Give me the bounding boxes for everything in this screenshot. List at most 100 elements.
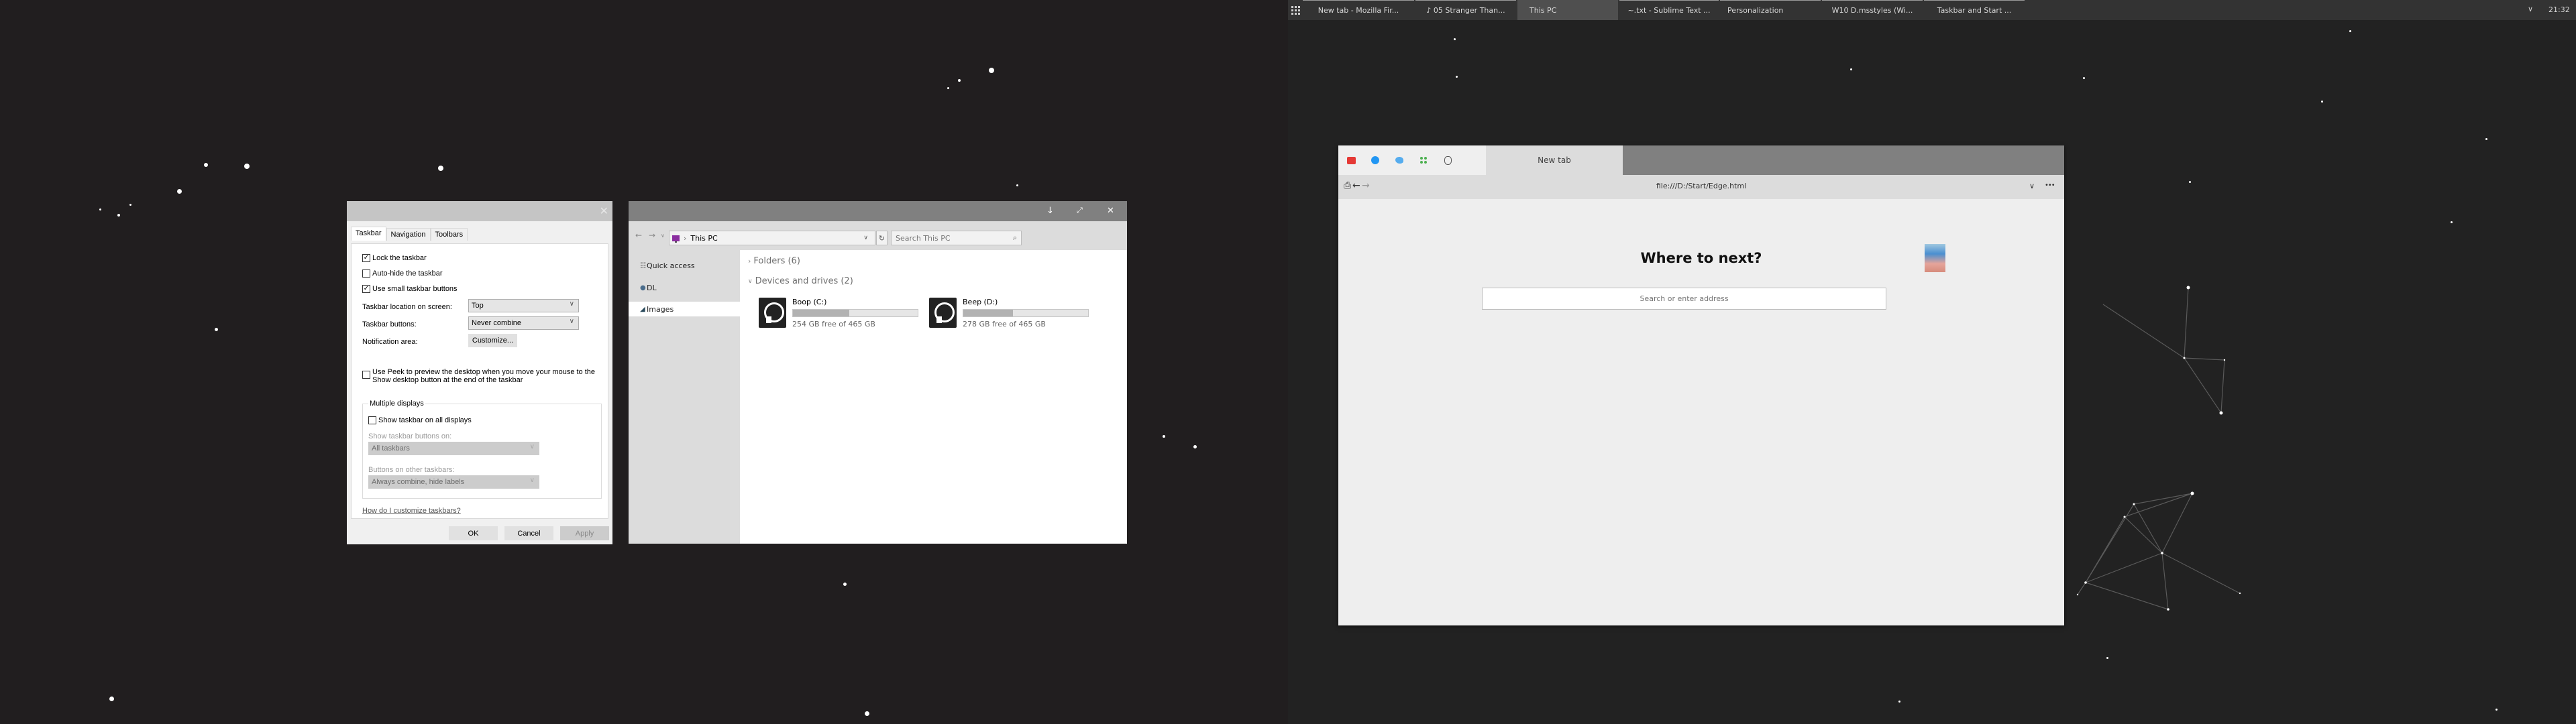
dropdown-chevron-icon[interactable]: ∨ <box>2029 182 2035 190</box>
sidebar-item-images[interactable]: ◢ Images <box>629 302 740 316</box>
location-select[interactable]: Top ∨ <box>468 299 579 312</box>
peek-label-line2: Show desktop button at the end of the ta… <box>372 376 523 384</box>
browser-tab-new-tab[interactable]: New tab <box>1486 145 1623 175</box>
drive-usage-fill <box>793 310 849 316</box>
back-arrow-icon[interactable]: ← <box>635 231 642 240</box>
constellation-star <box>2161 552 2163 554</box>
lock-taskbar-checkbox[interactable]: ✓ Lock the taskbar <box>362 254 427 262</box>
pinned-apps-icon[interactable] <box>1419 156 1428 165</box>
start-button[interactable] <box>1288 0 1303 20</box>
drive-c[interactable]: Boop (C:) 254 GB free of 465 GB <box>759 298 920 331</box>
images-icon: ◢ <box>640 305 645 313</box>
tab-toolbars[interactable]: Toolbars <box>430 228 468 241</box>
breadcrumb-this-pc[interactable]: This PC <box>690 234 717 243</box>
task-label: W10 D.msstyles (Wi... <box>1831 5 1913 15</box>
browser-toolbar: ⎙ ← → file:///D:/Start/Edge.html ∨ ••• <box>1338 175 2064 199</box>
sidebar-item-dl[interactable]: ● DL <box>629 280 740 295</box>
task-label: ♪ 05 Stranger Than... <box>1426 5 1505 15</box>
drive-name: Boop (C:) <box>792 298 827 306</box>
taskbar-task-firefox[interactable]: New tab - Mozilla Fir... <box>1303 0 1414 20</box>
checkbox-label: Use small taskbar buttons <box>372 285 458 293</box>
peek-label-line1: Use Peek to preview the desktop when you… <box>372 368 596 376</box>
tab-navigation[interactable]: Navigation <box>386 228 431 241</box>
auto-hide-checkbox[interactable]: Auto-hide the taskbar <box>362 269 443 278</box>
folders-group-header[interactable]: › Folders (6) <box>748 256 800 266</box>
combine-value: Never combine <box>472 319 521 327</box>
forward-arrow-icon[interactable]: → <box>649 231 655 240</box>
constellation-star <box>2167 608 2169 611</box>
pinned-youtube-icon[interactable] <box>1346 156 1356 165</box>
constellation-star <box>2219 411 2223 415</box>
taskbar-task-msstyles[interactable]: W10 D.msstyles (Wi... <box>1822 0 1923 20</box>
peek-checkbox[interactable]: Use Peek to preview the desktop when you… <box>362 368 595 384</box>
close-icon[interactable]: ✕ <box>1107 206 1114 216</box>
browser-tabstrip[interactable]: New tab <box>1338 145 2064 175</box>
pinned-bag-icon[interactable] <box>1443 156 1452 165</box>
constellation-star <box>2223 359 2226 361</box>
more-menu-icon[interactable]: ••• <box>2045 182 2055 189</box>
explorer-titlebar[interactable]: ↓ ⤢ ✕ <box>629 201 1127 221</box>
chevron-down-icon: ∨ <box>529 477 535 484</box>
chevron-down-icon: ∨ <box>569 318 574 325</box>
clock[interactable]: 21:32 <box>2548 5 2570 14</box>
taskbar-task-sublime[interactable]: ~.txt - Sublime Text ... <box>1619 0 1719 20</box>
task-label: New tab - Mozilla Fir... <box>1318 5 1399 15</box>
sidebar-label: Images <box>647 304 674 314</box>
tray-overflow-chevron-icon[interactable]: ∨ <box>2528 5 2533 13</box>
profile-avatar[interactable] <box>1925 244 1945 272</box>
checkbox-label: Lock the taskbar <box>372 254 427 262</box>
taskbar-task-music[interactable]: ♪ 05 Stranger Than... <box>1415 0 1516 20</box>
cancel-button[interactable]: Cancel <box>504 526 553 540</box>
apply-button[interactable]: Apply <box>560 526 609 540</box>
ok-button[interactable]: OK <box>449 526 498 540</box>
dialog-titlebar[interactable]: ✕ <box>347 201 612 221</box>
new-tab-search-input[interactable]: Search or enter address <box>1482 288 1886 310</box>
recent-locations-chevron-icon[interactable]: ∨ <box>661 233 665 239</box>
app-grid-icon <box>1291 5 1300 15</box>
bag-icon <box>1444 156 1452 165</box>
search-icon: ⌕ <box>1012 233 1017 242</box>
sidebar-label: DL <box>647 283 657 292</box>
chevron-down-icon: ∨ <box>569 300 574 308</box>
help-link[interactable]: How do I customize taskbars? <box>362 507 461 515</box>
sidebar-item-quick-access[interactable]: ☷ Quick access <box>629 258 740 273</box>
group-legend: Multiple displays <box>368 400 425 408</box>
chevron-right-icon: › <box>748 257 751 265</box>
customize-button[interactable]: Customize... <box>468 334 517 347</box>
show-all-displays-checkbox[interactable]: Show taskbar on all displays <box>368 416 472 424</box>
constellation-star <box>2076 593 2079 596</box>
url-bar[interactable]: file:///D:/Start/Edge.html <box>1338 182 2064 190</box>
constellation-star <box>2084 581 2087 584</box>
combine-buttons-select[interactable]: Never combine ∨ <box>468 316 579 330</box>
drive-d[interactable]: Beep (D:) 278 GB free of 465 GB <box>929 298 1090 331</box>
devices-group-header[interactable]: ∨ Devices and drives (2) <box>748 276 853 286</box>
drive-name: Beep (D:) <box>963 298 998 306</box>
tab-taskbar[interactable]: Taskbar <box>351 227 386 241</box>
constellation-star <box>2123 516 2126 518</box>
refresh-button[interactable]: ↻ <box>876 231 888 245</box>
constellation-star <box>2186 286 2190 290</box>
drive-usage-bar <box>792 309 918 317</box>
maximize-icon[interactable]: ⤢ <box>1077 206 1083 215</box>
checkbox-checked-icon: ✓ <box>362 254 370 262</box>
search-input[interactable]: Search This PC ⌕ <box>891 231 1022 245</box>
pinned-messenger-icon[interactable] <box>1371 156 1380 165</box>
multiple-displays-group: Multiple displays Show taskbar on all di… <box>362 400 602 499</box>
explorer-toolbar: ← → ∨ › This PC ∨ ↻ Search This PC ⌕ <box>629 221 1127 250</box>
address-dropdown-chevron-icon[interactable]: ∨ <box>863 235 868 241</box>
taskbar-task-personalization[interactable]: Personalization <box>1720 0 1821 20</box>
taskbar-tab-panel: ✓ Lock the taskbar Auto-hide the taskbar… <box>351 243 608 519</box>
taskbar-task-taskbar-settings[interactable]: Taskbar and Start ... <box>1924 0 2025 20</box>
constellation-star <box>2239 592 2241 595</box>
small-buttons-checkbox[interactable]: ✓ Use small taskbar buttons <box>362 285 458 293</box>
checkbox-unchecked-icon <box>362 371 370 379</box>
select-value: Always combine, hide labels <box>372 478 465 486</box>
address-bar[interactable]: › This PC ∨ <box>669 231 875 245</box>
close-icon[interactable]: ✕ <box>600 204 608 218</box>
taskbar-task-this-pc[interactable]: This PC <box>1517 0 1618 20</box>
minimize-icon[interactable]: ↓ <box>1046 206 1054 216</box>
checkbox-unchecked-icon <box>368 416 376 424</box>
pinned-twitter-icon[interactable] <box>1395 156 1404 165</box>
apps-icon <box>1420 157 1427 164</box>
youtube-icon <box>1346 156 1356 164</box>
